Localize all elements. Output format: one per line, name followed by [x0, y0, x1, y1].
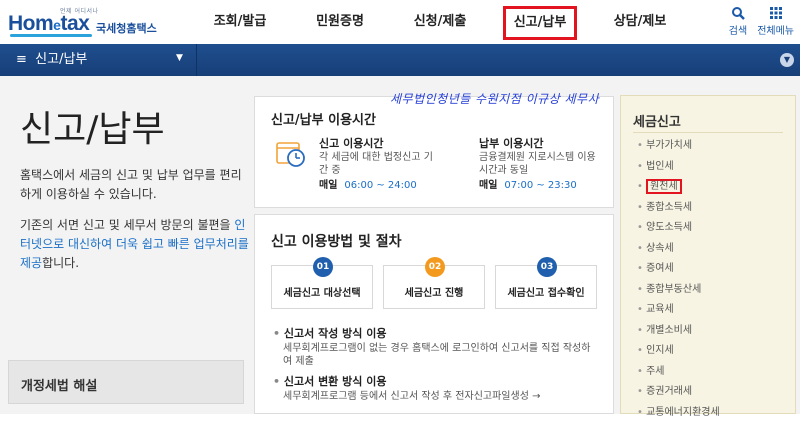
tax-item-liquor[interactable]: 주세 [637, 362, 720, 383]
tax-item-property[interactable]: 종합부동산세 [637, 280, 720, 301]
sub-navigation-bar: ≡ 신고/납부 ▼ ▼ [0, 44, 800, 76]
hometax-logo[interactable]: 언제 어디서나 Hometax 국세청홈택스 [8, 6, 168, 38]
menu-consult-report[interactable]: 상담/제보 [590, 0, 690, 44]
step-number: 02 [425, 257, 445, 277]
all-menu-button[interactable]: 전체메뉴 [757, 6, 794, 37]
procedure-card: 신고 이용방법 및 절차 01 세금신고 대상선택 02 세금신고 진행 03 … [254, 214, 614, 414]
header-tools: 검색 전체메뉴 [729, 6, 794, 37]
top-header: 언제 어디서나 Hometax 국세청홈택스 조회/발급 민원증명 신청/제출 … [0, 0, 800, 44]
tax-law-revision-link[interactable]: 개정세법 해설 [8, 360, 244, 404]
procedure-title: 신고 이용방법 및 절차 [271, 231, 402, 251]
all-menu-label: 전체메뉴 [757, 22, 794, 37]
step-number: 01 [313, 257, 333, 277]
tax-type-list: 부가가치세 법인세 원천세 종합소득세 양도소득세 상속세 증여세 종합부동산세… [637, 136, 720, 423]
page-description-sub: 기존의 서면 신고 및 세무서 방문의 불편을 인터넷으로 대신하여 더욱 쉽고… [20, 216, 250, 273]
calendar-clock-icon [275, 139, 305, 169]
step-proceed[interactable]: 02 세금신고 진행 [383, 265, 485, 309]
page-title: 신고/납부 [20, 100, 165, 152]
tax-item-gift[interactable]: 증여세 [637, 259, 720, 280]
step-number: 03 [537, 257, 557, 277]
tax-item-education[interactable]: 교육세 [637, 300, 720, 321]
main-content: 신고/납부 홈택스에서 세금의 신고 및 납부 업무를 편리하게 이용하실 수 … [0, 76, 800, 414]
logo-service-name: 국세청홈택스 [96, 20, 157, 36]
search-button[interactable]: 검색 [729, 6, 747, 37]
step-confirm-receipt[interactable]: 03 세금신고 접수확인 [495, 265, 597, 309]
tax-item-income[interactable]: 종합소득세 [637, 198, 720, 219]
page-description: 홈택스에서 세금의 신고 및 납부 업무를 편리하게 이용하실 수 있습니다. [20, 166, 250, 204]
tax-item-withholding[interactable]: 원천세 [637, 177, 720, 198]
search-label: 검색 [729, 22, 747, 37]
step-select-target[interactable]: 01 세금신고 대상선택 [271, 265, 373, 309]
handwritten-annotation: 세무법인청년들 수원지점 이규상 세무사 [390, 90, 599, 107]
report-hours: 신고 이용시간 각 세금에 대한 법정신고 기간 중 매일 06:00 ~ 24… [319, 137, 439, 192]
tax-panel-title: 세금신고 [633, 111, 681, 130]
hamburger-icon: ≡ [16, 52, 27, 67]
usage-hours-card: 신고/납부 이용시간 신고 이용시간 각 세금에 대한 법정신고 기간 중 매일… [254, 96, 614, 208]
tax-item-stamp[interactable]: 인지세 [637, 341, 720, 362]
logo-wordmark: Hometax [8, 12, 89, 36]
circle-chevron-down-icon[interactable]: ▼ [780, 53, 794, 67]
caret-down-icon[interactable]: ▼ [176, 53, 183, 63]
search-icon [729, 6, 747, 22]
tax-item-corporate[interactable]: 법인세 [637, 157, 720, 178]
subnav-divider [196, 44, 197, 76]
tax-item-vat[interactable]: 부가가치세 [637, 136, 720, 157]
method-direct-write: 신고서 작성 방식 이용 세무회계프로그램이 없는 경우 홈택스에 로그인하여 … [273, 327, 593, 368]
tax-item-transfer[interactable]: 양도소득세 [637, 218, 720, 239]
subnav-label: 신고/납부 [35, 52, 87, 67]
menu-report-payment[interactable]: 신고/납부 [490, 0, 590, 44]
subnav-menu-dropdown[interactable]: ≡ 신고/납부 [16, 44, 87, 76]
menu-civil-certificates[interactable]: 민원증명 [290, 0, 390, 44]
tax-item-transport-energy[interactable]: 교통에너지환경세 [637, 403, 720, 423]
tax-item-consumption[interactable]: 개별소비세 [637, 321, 720, 342]
payment-hours: 납부 이용시간 금융결제원 지로시스템 이용시간과 동일 매일 07:00 ~ … [479, 137, 599, 192]
menu-apply-submit[interactable]: 신청/제출 [390, 0, 490, 44]
main-menu: 조회/발급 민원증명 신청/제출 신고/납부 상담/제보 [190, 0, 690, 44]
grid-menu-icon [757, 6, 794, 22]
tax-panel-divider [633, 132, 783, 133]
method-file-convert: 신고서 변환 방식 이용 세무회계프로그램 등에서 신고서 작성 후 전자신고파… [273, 375, 593, 403]
tax-item-inheritance[interactable]: 상속세 [637, 239, 720, 260]
usage-hours-title: 신고/납부 이용시간 [271, 109, 376, 128]
tax-item-securities[interactable]: 증권거래세 [637, 382, 720, 403]
menu-inquiry-issue[interactable]: 조회/발급 [190, 0, 290, 44]
tax-report-panel: 세금신고 부가가치세 법인세 원천세 종합소득세 양도소득세 상속세 증여세 종… [620, 95, 796, 414]
logo-swoosh [10, 34, 92, 37]
